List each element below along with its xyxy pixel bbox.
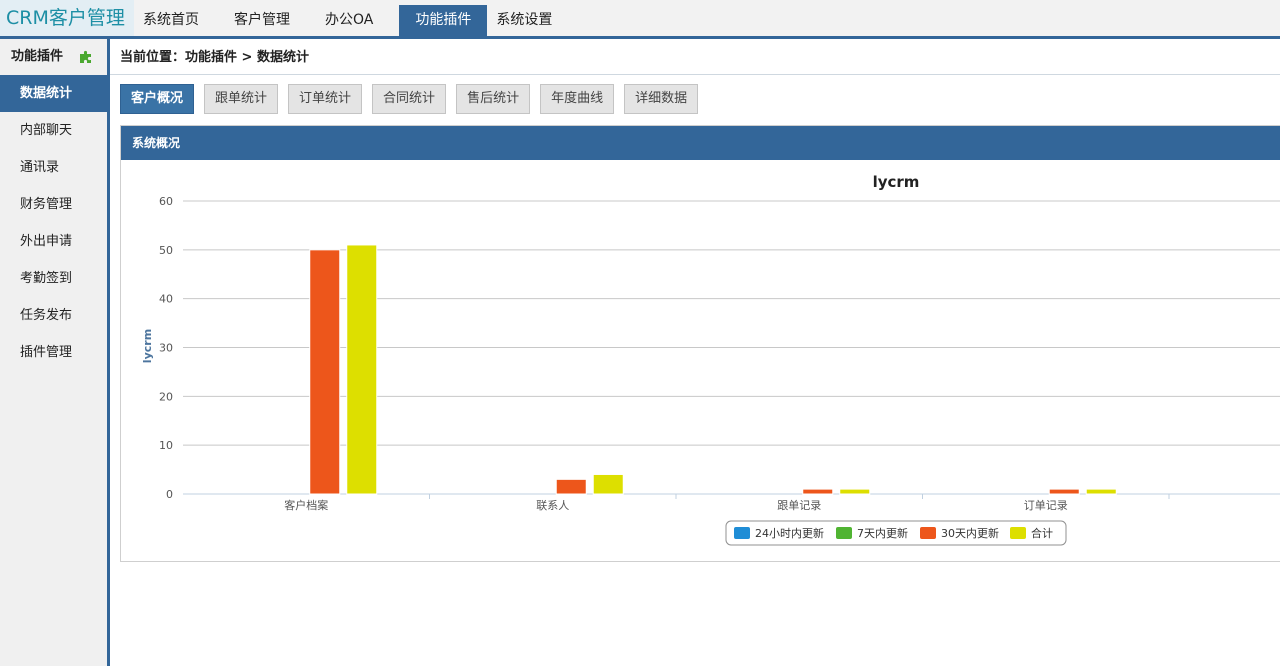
bar (309, 249, 341, 495)
sidebar-item-attendance[interactable]: 考勤签到 (0, 260, 107, 297)
legend-swatch (1010, 527, 1026, 539)
bar (802, 488, 834, 495)
chart-title: lycrm (873, 173, 920, 191)
y-tick-label: 60 (159, 195, 173, 208)
nav-item-office[interactable]: 办公OA (316, 5, 389, 36)
y-tick-label: 10 (159, 439, 173, 452)
nav-item-customers[interactable]: 客户管理 (225, 5, 306, 36)
top-bar: CRM客户管理 系统首页 客户管理 办公OA 功能插件 系统设置 (0, 0, 1280, 39)
sidebar-item-tasks[interactable]: 任务发布 (0, 297, 107, 334)
legend-label: 24小时内更新 (755, 526, 824, 540)
bar (1085, 488, 1117, 495)
tab-contract-stats[interactable]: 合同统计 (372, 84, 447, 114)
legend-swatch (734, 527, 750, 539)
overview-panel: 系统概况 lycrm 0 10 20 30 40 50 60 lycrm 客户档案 联系人 跟单记录 订… (120, 125, 1280, 562)
y-tick-label: 20 (159, 390, 173, 403)
tab-annual-curve[interactable]: 年度曲线 (540, 84, 615, 114)
y-tick-label: 0 (166, 488, 173, 501)
tab-followup-stats[interactable]: 跟单统计 (204, 84, 279, 114)
sidebar-item-finance[interactable]: 财务管理 (0, 186, 107, 223)
bar (592, 473, 624, 495)
tab-order-stats[interactable]: 订单统计 (288, 84, 363, 114)
legend-swatch (836, 527, 852, 539)
x-tick-label: 联系人 (536, 499, 569, 512)
stat-tabs: 客户概况 跟单统计 订单统计 合同统计 售后统计 年度曲线 详细数据 (120, 84, 708, 114)
sidebar-item-contacts[interactable]: 通讯录 (0, 149, 107, 186)
overview-chart: lycrm0102030405060lycrm客户档案联系人跟单记录订单记录合2… (141, 173, 1280, 546)
sidebar-item-outing[interactable]: 外出申请 (0, 223, 107, 260)
panel-title: 系统概况 (121, 126, 1280, 160)
bar (555, 478, 587, 495)
tab-aftersales-stats[interactable]: 售后统计 (456, 84, 531, 114)
nav-item-settings[interactable]: 系统设置 (487, 5, 568, 36)
x-tick-label: 订单记录 (1024, 499, 1068, 512)
nav-item-home[interactable]: 系统首页 (134, 5, 215, 36)
x-tick-label: 跟单记录 (777, 499, 821, 512)
breadcrumb: 当前位置：功能插件 > 数据统计 (110, 39, 1280, 75)
app-logo[interactable]: CRM客户管理 (0, 0, 134, 36)
main-nav: 系统首页 客户管理 办公OA 功能插件 系统设置 (134, 5, 578, 36)
y-tick-label: 30 (159, 342, 173, 355)
y-tick-label: 40 (159, 293, 173, 306)
sidebar-item-chat[interactable]: 内部聊天 (0, 112, 107, 149)
sidebar-item-statistics[interactable]: 数据统计 (0, 75, 107, 112)
tab-customer-overview[interactable]: 客户概况 (120, 84, 195, 114)
bar (1048, 488, 1080, 495)
sidebar-item-plugin-manage[interactable]: 插件管理 (0, 334, 107, 371)
legend-label: 30天内更新 (941, 526, 999, 540)
puzzle-icon (80, 50, 91, 63)
tab-detail-data[interactable]: 详细数据 (624, 84, 699, 114)
sidebar-title: 功能插件 (11, 49, 64, 64)
sidebar: 功能插件 数据统计 内部聊天 通讯录 财务管理 外出申请 考勤签到 任务发布 插… (0, 39, 110, 666)
bar (839, 488, 871, 495)
bar (346, 244, 378, 495)
x-tick-label: 客户档案 (284, 498, 328, 512)
legend-label: 7天内更新 (857, 526, 908, 540)
legend-swatch (920, 527, 936, 539)
nav-item-plugins[interactable]: 功能插件 (399, 5, 488, 36)
sidebar-header: 功能插件 (0, 39, 107, 75)
legend-label: 合计 (1031, 526, 1053, 540)
y-axis-label: lycrm (141, 329, 154, 363)
y-tick-label: 50 (159, 244, 173, 257)
